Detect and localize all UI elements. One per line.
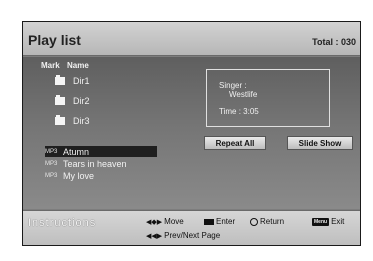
return-hint: Return — [250, 217, 284, 226]
file-name: Atumn — [63, 146, 90, 157]
folder-label: Dir1 — [73, 75, 90, 86]
instructions-bar: Instructions ◀◆▶ Move Enter Return Menu … — [23, 210, 360, 245]
folder-icon — [55, 94, 65, 105]
return-label: Return — [260, 217, 285, 226]
folder-icon — [55, 114, 65, 125]
file-type-badge: MP3 — [45, 172, 58, 179]
file-name: My love — [63, 170, 95, 181]
exit-label: Exit — [331, 217, 345, 226]
file-type-badge: MP3 — [45, 160, 58, 167]
header-bar: Play list Total : 030 — [23, 22, 360, 56]
file-item-tears-in-heaven[interactable]: MP3 Tears in heaven — [45, 158, 157, 169]
page-hint: ◀◀▶ Prev/Next Page — [146, 231, 220, 240]
slide-show-button[interactable]: Slide Show — [287, 136, 353, 150]
folder-label: Dir2 — [73, 95, 90, 106]
track-info-box: Singer : Westlife Time : 3:05 — [206, 69, 330, 127]
mark-column-header: Mark — [41, 61, 60, 70]
file-item-atumn[interactable]: MP3 Atumn — [45, 146, 157, 157]
singer-value: Westlife — [229, 90, 258, 99]
file-type-badge: MP3 — [45, 148, 58, 155]
folder-item-dir3[interactable]: Dir3 — [55, 114, 90, 127]
exit-hint: Menu Exit — [312, 217, 344, 226]
menu-key-icon: Menu — [312, 217, 330, 226]
file-item-my-love[interactable]: MP3 My love — [45, 170, 157, 181]
move-hint: ◀◆▶ Move — [146, 217, 184, 226]
track-time: Time : 3:05 — [219, 107, 259, 116]
page-label: Prev/Next Page — [164, 231, 221, 240]
singer-label: Singer : — [219, 81, 247, 90]
prev-next-icon: ◀◀▶ — [146, 232, 163, 240]
total-count: Total : 030 — [312, 37, 356, 47]
page-title: Play list — [28, 32, 81, 48]
playlist-screen: Play list Total : 030 Mark Name Dir1 Dir… — [22, 21, 361, 246]
instructions-label: Instructions — [28, 217, 97, 229]
enter-hint: Enter — [204, 217, 235, 226]
file-name: Tears in heaven — [63, 158, 127, 169]
folder-icon — [55, 74, 65, 85]
name-column-header: Name — [67, 61, 89, 70]
enter-label: Enter — [216, 217, 236, 226]
return-icon — [250, 217, 258, 226]
move-label: Move — [164, 217, 184, 226]
folder-item-dir2[interactable]: Dir2 — [55, 94, 90, 107]
folder-label: Dir3 — [73, 115, 90, 126]
enter-key-icon — [204, 218, 214, 225]
folder-item-dir1[interactable]: Dir1 — [55, 74, 90, 87]
arrow-keys-icon: ◀◆▶ — [146, 218, 163, 226]
repeat-all-button[interactable]: Repeat All — [204, 136, 266, 150]
